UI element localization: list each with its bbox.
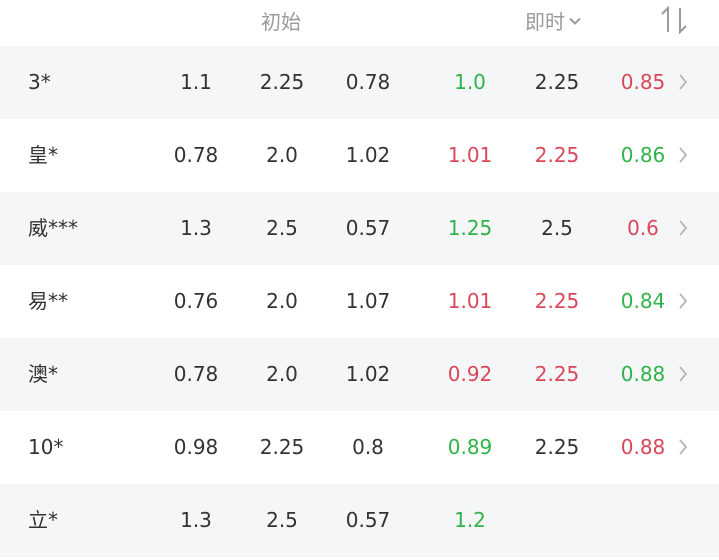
chevron-right-icon[interactable] bbox=[678, 293, 688, 309]
initial-handicap: 2.25 bbox=[259, 70, 305, 94]
initial-away-odds: 0.8 bbox=[352, 435, 384, 459]
initial-home-odds: 1.3 bbox=[180, 216, 212, 240]
initial-home-odds: 0.98 bbox=[173, 435, 219, 459]
initial-handicap: 2.0 bbox=[266, 143, 298, 167]
odds-table-header: 初始 即时 bbox=[0, 0, 719, 46]
odds-row[interactable]: 澳* 0.78 2.0 1.02 0.92 2.25 0.88 bbox=[0, 338, 719, 411]
initial-home-odds: 0.78 bbox=[173, 362, 219, 386]
initial-away-odds: 0.57 bbox=[345, 216, 391, 240]
initial-handicap: 2.0 bbox=[266, 289, 298, 313]
initial-odds-header: 初始 bbox=[261, 10, 301, 34]
bookmaker-name: 10* bbox=[28, 435, 64, 459]
bookmaker-name: 澳* bbox=[28, 362, 58, 386]
odds-row[interactable]: 10* 0.98 2.25 0.8 0.89 2.25 0.88 bbox=[0, 411, 719, 484]
chevron-right-icon[interactable] bbox=[678, 439, 688, 455]
odds-row[interactable]: 威*** 1.3 2.5 0.57 1.25 2.5 0.6 bbox=[0, 192, 719, 265]
initial-away-odds: 1.02 bbox=[345, 143, 391, 167]
live-home-odds: 1.01 bbox=[447, 143, 493, 167]
initial-away-odds: 1.02 bbox=[345, 362, 391, 386]
initial-home-odds: 1.3 bbox=[180, 508, 212, 532]
live-handicap: 2.25 bbox=[534, 362, 580, 386]
initial-handicap: 2.5 bbox=[266, 216, 298, 240]
chevron-right-icon[interactable] bbox=[678, 366, 688, 382]
live-away-odds: 0.84 bbox=[620, 289, 666, 313]
live-away-odds: 0.88 bbox=[620, 362, 666, 386]
live-away-odds: 0.85 bbox=[620, 70, 666, 94]
live-home-odds: 0.89 bbox=[447, 435, 493, 459]
odds-row: 立* 1.3 2.5 0.57 1.2 bbox=[0, 484, 719, 557]
initial-away-odds: 0.78 bbox=[345, 70, 391, 94]
live-away-odds: 0.86 bbox=[620, 143, 666, 167]
initial-away-odds: 1.07 bbox=[345, 289, 391, 313]
live-home-odds: 1.0 bbox=[454, 70, 486, 94]
odds-row[interactable]: 易** 0.76 2.0 1.07 1.01 2.25 0.84 bbox=[0, 265, 719, 338]
initial-handicap: 2.5 bbox=[266, 508, 298, 532]
live-handicap: 2.25 bbox=[534, 143, 580, 167]
odds-table-body: 3* 1.1 2.25 0.78 1.0 2.25 0.85 皇* 0.78 2.0 1.02 1.0… bbox=[0, 46, 719, 557]
chevron-right-icon[interactable] bbox=[678, 74, 688, 90]
live-home-odds: 1.2 bbox=[454, 508, 486, 532]
live-handicap: 2.25 bbox=[534, 289, 580, 313]
chevron-right-icon[interactable] bbox=[678, 220, 688, 236]
chevron-down-icon bbox=[569, 17, 581, 25]
live-handicap: 2.25 bbox=[534, 435, 580, 459]
initial-away-odds: 0.57 bbox=[345, 508, 391, 532]
odds-row[interactable]: 皇* 0.78 2.0 1.02 1.01 2.25 0.86 bbox=[0, 119, 719, 192]
bookmaker-name: 易** bbox=[28, 289, 68, 313]
bookmaker-name: 皇* bbox=[28, 143, 58, 167]
odds-row[interactable]: 3* 1.1 2.25 0.78 1.0 2.25 0.85 bbox=[0, 46, 719, 119]
bookmaker-name: 立* bbox=[28, 508, 58, 532]
chevron-right-icon[interactable] bbox=[678, 147, 688, 163]
live-odds-header[interactable]: 即时 bbox=[525, 6, 581, 35]
initial-home-odds: 0.78 bbox=[173, 143, 219, 167]
live-away-odds: 0.88 bbox=[620, 435, 666, 459]
initial-home-odds: 1.1 bbox=[180, 70, 212, 94]
live-odds-label: 即时 bbox=[525, 10, 565, 34]
sort-toggle-icon[interactable] bbox=[658, 2, 694, 42]
live-home-odds: 1.01 bbox=[447, 289, 493, 313]
live-handicap: 2.25 bbox=[534, 70, 580, 94]
bookmaker-name: 3* bbox=[28, 70, 51, 94]
initial-handicap: 2.25 bbox=[259, 435, 305, 459]
live-handicap: 2.5 bbox=[541, 216, 573, 240]
bookmaker-name: 威*** bbox=[28, 216, 78, 240]
live-away-odds: 0.6 bbox=[627, 216, 659, 240]
live-home-odds: 0.92 bbox=[447, 362, 493, 386]
initial-home-odds: 0.76 bbox=[173, 289, 219, 313]
live-home-odds: 1.25 bbox=[447, 216, 493, 240]
initial-handicap: 2.0 bbox=[266, 362, 298, 386]
